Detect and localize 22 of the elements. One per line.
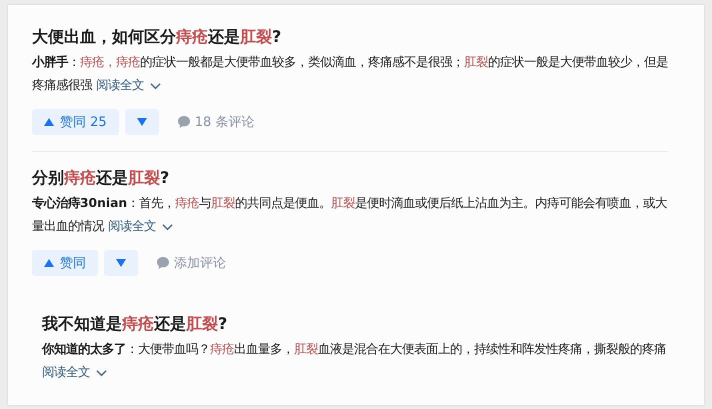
up-triangle-icon (44, 118, 54, 126)
read-more-link[interactable]: 阅读全文 (108, 219, 156, 233)
up-triangle-icon (44, 259, 54, 267)
question-title[interactable]: 大便出血，如何区分痔疮还是肛裂? (32, 25, 668, 49)
comment-icon (176, 115, 191, 129)
comment-icon (156, 256, 170, 270)
down-triangle-icon (136, 118, 147, 126)
down-triangle-icon (116, 259, 126, 267)
chevron-down-icon (96, 368, 107, 377)
read-more-link[interactable]: 阅读全文 (42, 365, 90, 379)
upvote-button[interactable]: 赞同 (32, 250, 98, 276)
upvote-button[interactable]: 赞同 25 (32, 109, 119, 135)
read-more-link[interactable]: 阅读全文 (96, 78, 144, 92)
downvote-button[interactable] (124, 109, 159, 135)
question-title[interactable]: 我不知道是痔疮还是肛裂? (42, 312, 668, 336)
chevron-down-icon (162, 222, 173, 231)
answer-excerpt: 小胖手：痔疮，痔疮的症状一般都是大便带血较多，类似滴血，疼痛感不是很强；肛裂的症状一般是大便带血较少，但是疼痛感很强 阅读全文 (32, 54, 669, 94)
downvote-button[interactable] (104, 250, 138, 276)
answer-excerpt: 专心治痔30nian：首先，痔疮与肛裂的共同点是便血。肛裂是便时滴血或便后纸上沾血为主。内痔可能会有喷血，或大量出血的情况 阅读全文 (32, 195, 668, 235)
chevron-down-icon (150, 82, 161, 90)
question-title[interactable]: 分别痔疮还是肛裂? (32, 166, 668, 190)
answer-excerpt: 你知道的太多了：大便带血吗？痔疮出血量多，肛裂血液是混合在大便表面上的，持续性和阵发性疼痛，撕裂般的疼痛 阅读全文 (42, 341, 667, 381)
